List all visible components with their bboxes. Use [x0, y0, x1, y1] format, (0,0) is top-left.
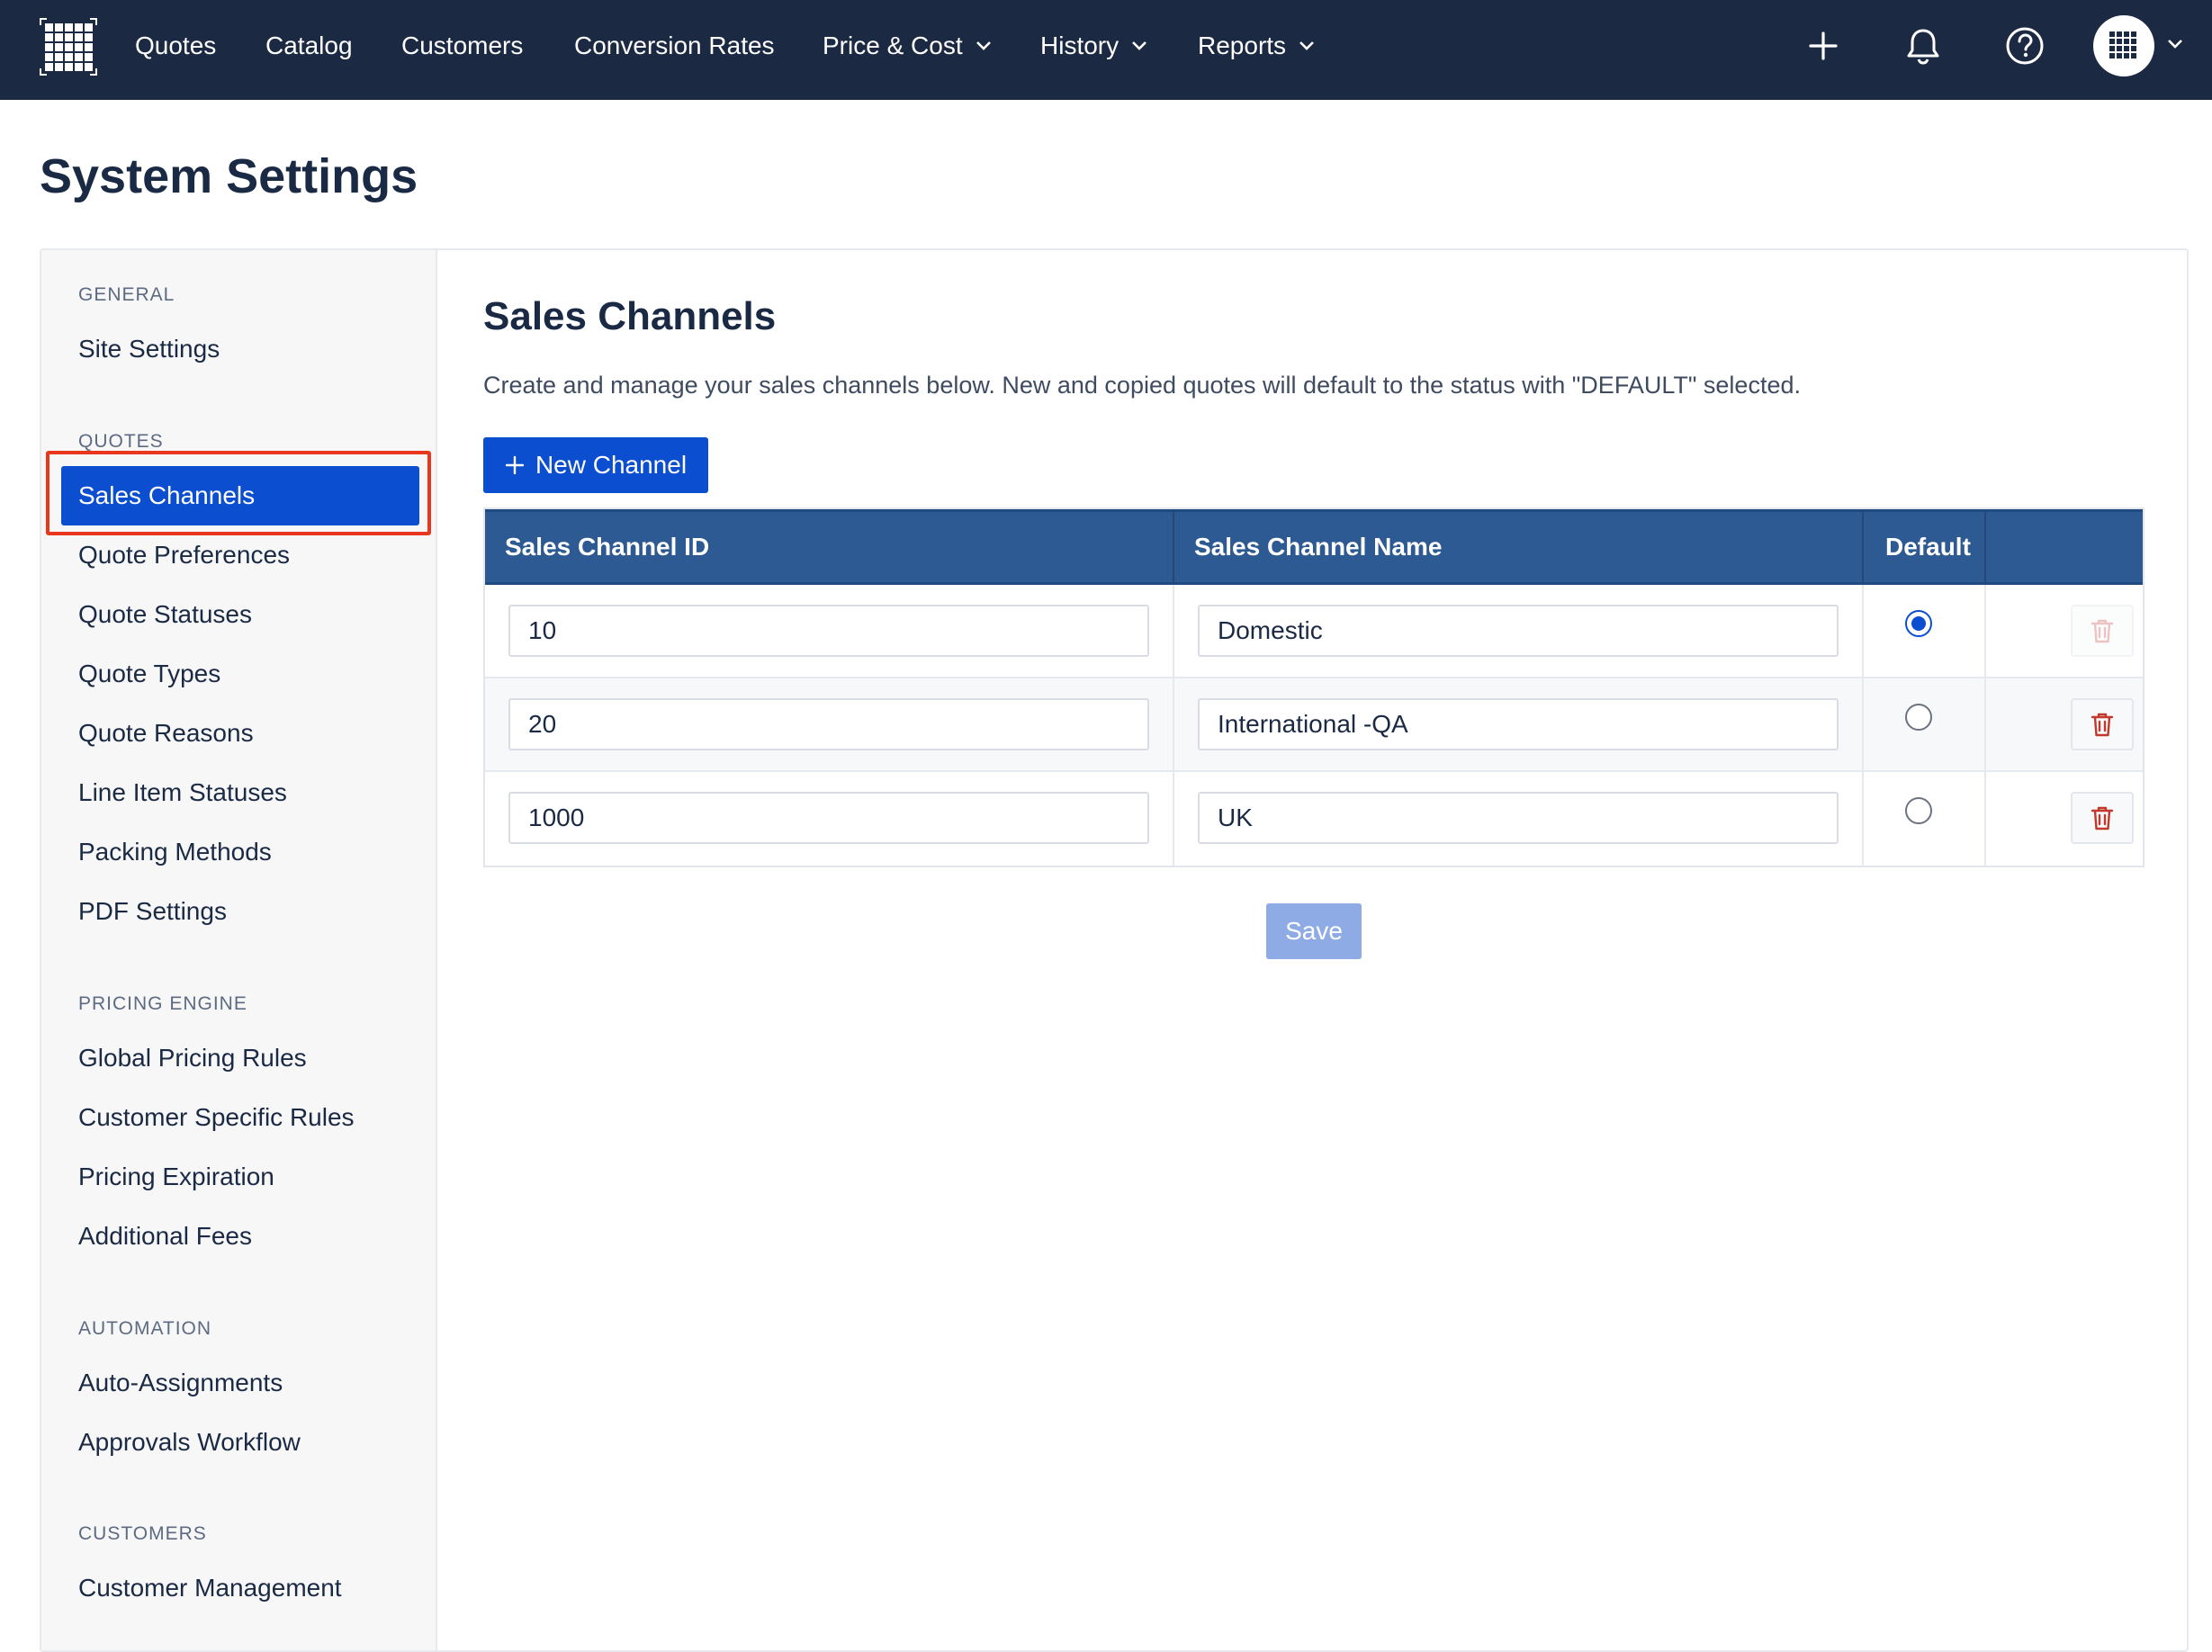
- sidebar-section-general: GENERAL: [78, 284, 175, 305]
- cell-name: [1173, 772, 1862, 866]
- sidebar-item-quote-types[interactable]: Quote Types: [78, 656, 220, 692]
- section-title: Sales Channels: [483, 294, 777, 338]
- sidebar-item-customer-management[interactable]: Customer Management: [78, 1570, 342, 1606]
- cell-actions: [1984, 678, 2143, 770]
- sidebar-item-customer-specific-rules[interactable]: Customer Specific Rules: [78, 1100, 355, 1136]
- delete-button[interactable]: [2071, 698, 2134, 750]
- cell-default: [1862, 772, 1984, 866]
- column-header-actions: [1984, 512, 2143, 582]
- new-channel-button[interactable]: New Channel: [483, 437, 708, 493]
- avatar-grid-icon: [2109, 31, 2136, 58]
- column-header-id: Sales Channel ID: [505, 533, 710, 561]
- settings-sidebar: GENERAL Site Settings QUOTES Sales Chann…: [41, 250, 437, 1650]
- table-row: [485, 772, 2143, 866]
- chevron-down-icon: [1299, 40, 1314, 50]
- help-icon[interactable]: [2004, 25, 2046, 67]
- nav-reports-label: Reports: [1198, 31, 1287, 59]
- cell-actions: [1984, 772, 2143, 866]
- sidebar-item-quote-statuses[interactable]: Quote Statuses: [78, 597, 252, 633]
- default-radio[interactable]: [1905, 704, 1932, 731]
- new-channel-label: New Channel: [535, 451, 688, 479]
- plus-icon: [505, 455, 525, 475]
- sidebar-section-pricing-engine: PRICING ENGINE: [78, 993, 247, 1014]
- sidebar-item-pdf-settings[interactable]: PDF Settings: [78, 893, 227, 929]
- channel-name-input[interactable]: [1198, 605, 1839, 657]
- sidebar-item-additional-fees[interactable]: Additional Fees: [78, 1218, 252, 1254]
- table-header: Sales Channel ID Sales Channel Name Defa…: [485, 509, 2143, 585]
- sidebar-item-quote-preferences[interactable]: Quote Preferences: [78, 537, 290, 573]
- sidebar-item-auto-assignments[interactable]: Auto-Assignments: [78, 1365, 283, 1401]
- nav-history-label: History: [1040, 31, 1119, 59]
- nav-reports-dropdown[interactable]: Reports: [1198, 0, 1315, 92]
- page-title: System Settings: [40, 149, 418, 203]
- trash-icon: [2091, 806, 2114, 830]
- nav-price-cost-label: Price & Cost: [823, 31, 963, 59]
- nav-conversion-rates[interactable]: Conversion Rates: [574, 0, 775, 92]
- chevron-down-icon: [1132, 40, 1147, 50]
- sidebar-item-approvals-workflow[interactable]: Approvals Workflow: [78, 1424, 301, 1460]
- default-radio[interactable]: [1905, 610, 1932, 637]
- channel-name-input[interactable]: [1198, 698, 1839, 750]
- channel-id-input[interactable]: [508, 792, 1149, 844]
- column-header-default: Default: [1862, 512, 1984, 582]
- delete-button[interactable]: [2071, 792, 2134, 844]
- table-row: [485, 678, 2143, 772]
- cell-name: [1173, 678, 1862, 770]
- sidebar-item-quote-reasons[interactable]: Quote Reasons: [78, 715, 254, 751]
- top-navigation-bar: Quotes Catalog Customers Conversion Rate…: [0, 0, 2212, 100]
- cell-default: [1862, 585, 1984, 677]
- sidebar-item-pricing-expiration[interactable]: Pricing Expiration: [78, 1159, 274, 1195]
- nav-history-dropdown[interactable]: History: [1040, 0, 1147, 92]
- trash-icon: [2091, 619, 2114, 643]
- channel-id-input[interactable]: [508, 605, 1149, 657]
- delete-button[interactable]: [2071, 605, 2134, 657]
- cell-actions: [1984, 585, 2143, 677]
- table-row: [485, 585, 2143, 678]
- sidebar-item-site-settings[interactable]: Site Settings: [78, 331, 220, 367]
- nav-customers[interactable]: Customers: [401, 0, 523, 92]
- sidebar-item-line-item-statuses[interactable]: Line Item Statuses: [78, 775, 287, 811]
- sidebar-item-global-pricing-rules[interactable]: Global Pricing Rules: [78, 1040, 307, 1076]
- plus-icon[interactable]: [1803, 25, 1844, 67]
- trash-icon: [2091, 713, 2114, 737]
- sidebar-item-sales-channels[interactable]: Sales Channels: [61, 466, 419, 525]
- channel-id-input[interactable]: [508, 698, 1149, 750]
- sidebar-item-packing-methods[interactable]: Packing Methods: [78, 834, 272, 870]
- sales-channels-table: Sales Channel ID Sales Channel Name Defa…: [483, 507, 2145, 867]
- default-radio[interactable]: [1905, 797, 1932, 824]
- nav-catalog[interactable]: Catalog: [265, 0, 353, 92]
- cell-default: [1862, 678, 1984, 770]
- sidebar-section-quotes: QUOTES: [78, 431, 164, 452]
- channel-name-input[interactable]: [1198, 792, 1839, 844]
- bell-icon[interactable]: [1902, 25, 1944, 67]
- column-header-name: Sales Channel Name: [1173, 512, 1862, 582]
- section-description: Create and manage your sales channels be…: [483, 372, 1801, 399]
- nav-price-cost-dropdown[interactable]: Price & Cost: [823, 0, 992, 92]
- sidebar-section-customers: CUSTOMERS: [78, 1523, 207, 1544]
- chevron-down-icon: [976, 40, 991, 50]
- cell-id: [485, 772, 1173, 866]
- app-logo-icon[interactable]: [40, 18, 97, 76]
- chevron-down-icon[interactable]: [2167, 39, 2183, 49]
- user-avatar[interactable]: [2093, 15, 2154, 76]
- nav-quotes[interactable]: Quotes: [135, 0, 216, 92]
- cell-name: [1173, 585, 1862, 677]
- settings-card: GENERAL Site Settings QUOTES Sales Chann…: [40, 248, 2189, 1652]
- save-button[interactable]: Save: [1266, 903, 1362, 959]
- cell-id: [485, 678, 1173, 770]
- sidebar-section-automation: AUTOMATION: [78, 1318, 212, 1339]
- cell-id: [485, 585, 1173, 677]
